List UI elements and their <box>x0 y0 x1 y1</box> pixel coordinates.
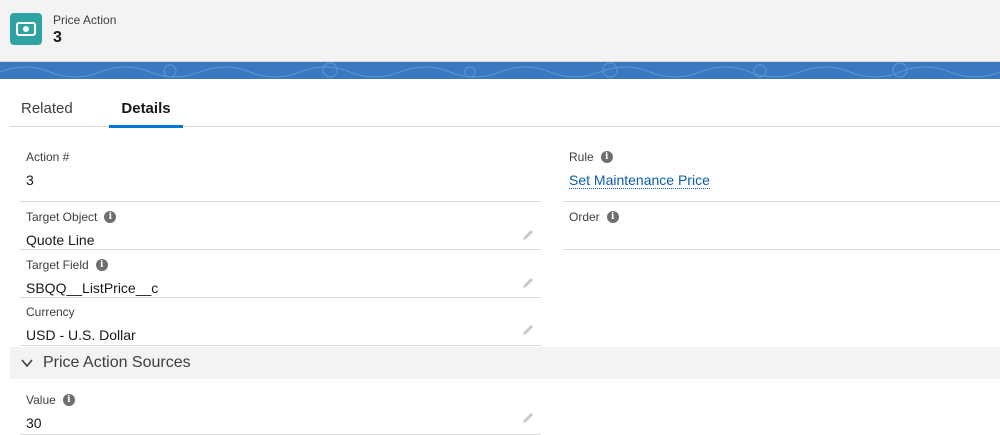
pencil-icon[interactable] <box>521 228 535 242</box>
section-header-price-action-sources[interactable]: Price Action Sources <box>10 347 1000 379</box>
chevron-down-icon[interactable] <box>20 356 34 370</box>
record-name: 3 <box>53 29 62 46</box>
field-order: Order i <box>563 202 1000 250</box>
field-value: SBQQ__ListPrice__c <box>26 280 159 296</box>
field-label: Order <box>569 210 600 224</box>
info-icon[interactable]: i <box>606 211 619 223</box>
divider <box>20 345 541 346</box>
record-object-label: Price Action <box>53 13 117 27</box>
pencil-icon[interactable] <box>521 276 535 290</box>
info-icon[interactable]: i <box>95 259 108 271</box>
tab-bar: Related Details <box>10 80 1000 128</box>
field-label: Currency <box>26 305 75 319</box>
field-value: Value i 30 <box>20 385 541 435</box>
field-currency: Currency USD - U.S. Dollar <box>20 298 541 346</box>
tab-related[interactable]: Related <box>21 80 73 127</box>
field-target-field: Target Field i SBQQ__ListPrice__c <box>20 250 541 298</box>
field-label: Action # <box>26 150 70 164</box>
field-label: Value <box>26 393 56 407</box>
info-icon[interactable]: i <box>104 211 117 223</box>
field-label: Target Field <box>26 258 89 272</box>
tab-details[interactable]: Details <box>109 80 183 128</box>
pencil-icon[interactable] <box>521 411 535 425</box>
field-value: 3 <box>26 172 34 188</box>
info-icon[interactable]: i <box>62 394 75 406</box>
info-icon[interactable]: i <box>600 151 613 163</box>
rule-link[interactable]: Set Maintenance Price <box>569 172 710 189</box>
field-rule: Rule i Set Maintenance Price <box>563 150 1000 202</box>
field-value: Quote Line <box>26 232 95 248</box>
field-label: Rule <box>569 150 594 164</box>
decorative-banner <box>0 62 1000 79</box>
pencil-icon[interactable] <box>521 323 535 337</box>
money-icon <box>10 13 42 45</box>
field-value <box>569 232 1000 250</box>
field-target-object: Target Object i Quote Line <box>20 202 541 250</box>
divider <box>563 249 1000 250</box>
record-header: Price Action 3 <box>0 0 1000 62</box>
section-title: Price Action Sources <box>43 354 191 371</box>
field-label: Target Object <box>26 210 98 224</box>
field-action-number: Action # 3 <box>20 150 541 202</box>
field-value-text: 30 <box>26 415 42 431</box>
field-value: USD - U.S. Dollar <box>26 327 136 343</box>
